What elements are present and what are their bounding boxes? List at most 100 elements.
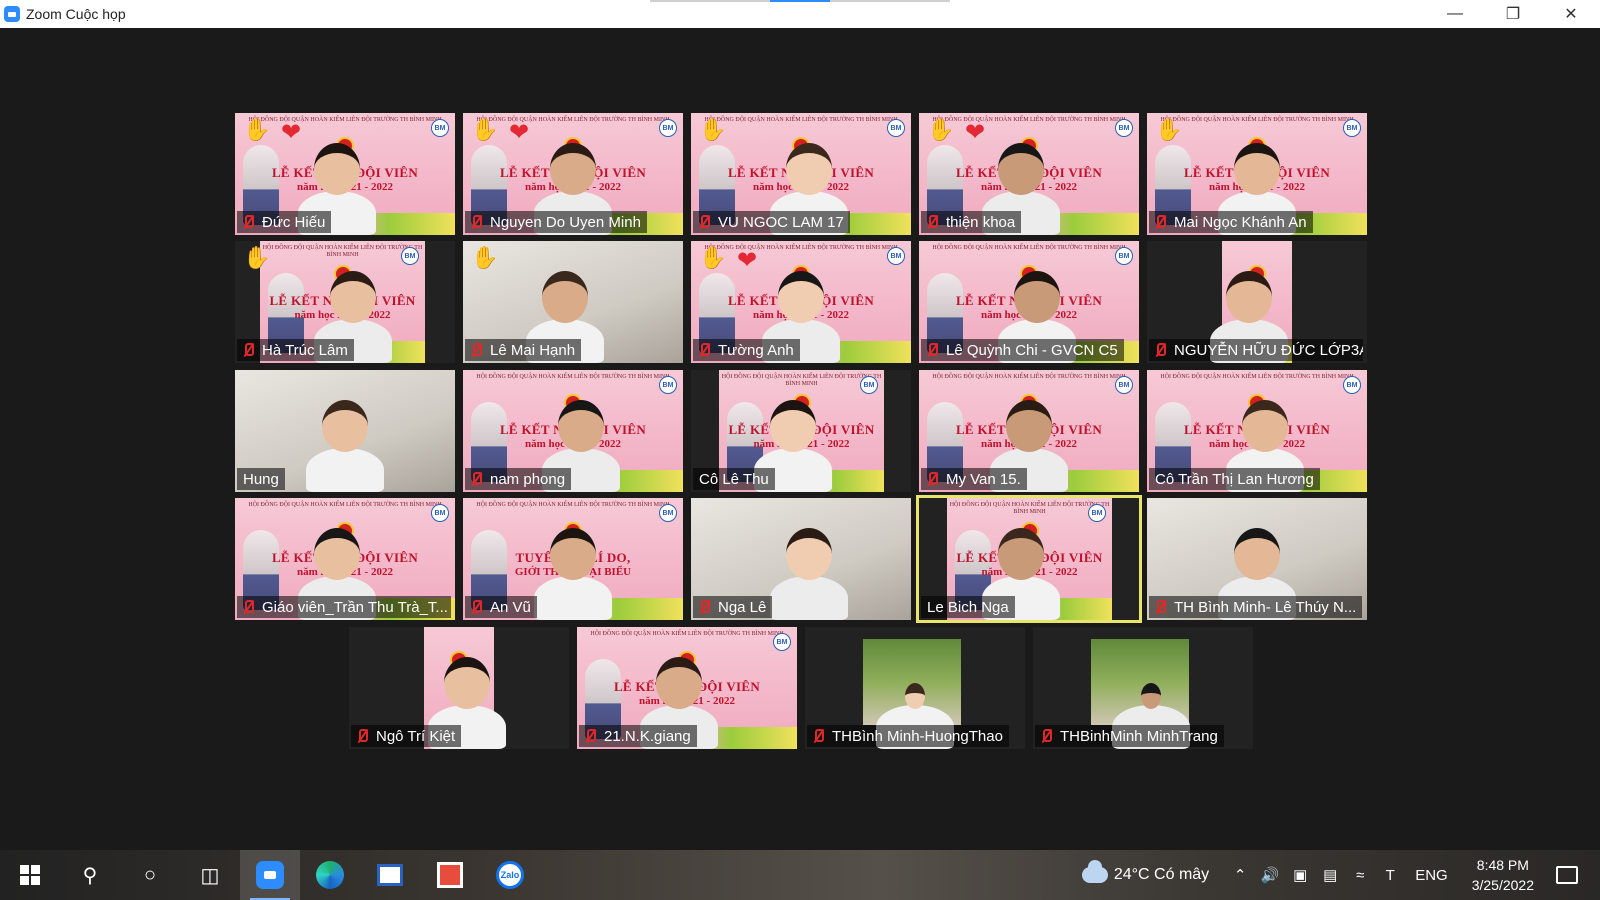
mic-muted-icon [810, 728, 826, 744]
participant-tile[interactable]: HỘI ĐỒNG ĐỘI QUẬN HOÀN KIẾM LIÊN ĐỘI TRƯ… [235, 113, 455, 235]
mic-muted-icon [468, 471, 484, 487]
participant-tile[interactable]: Nga Lê [691, 498, 911, 620]
chevron-up-icon[interactable]: ⌃ [1225, 850, 1255, 900]
participant-name: My Van 15. [946, 470, 1021, 488]
participant-tile[interactable]: HỘI ĐỒNG ĐỘI QUẬN HOÀN KIẾM LIÊN ĐỘI TRƯ… [691, 241, 911, 363]
school-logo-icon: BM [1088, 504, 1106, 522]
participant-tile[interactable]: HỘI ĐỒNG ĐỘI QUẬN HOÀN KIẾM LIÊN ĐỘI TRƯ… [463, 113, 683, 235]
heart-reaction-icon: ❤ [509, 119, 530, 146]
mic-muted-icon [240, 342, 256, 358]
participant-tile[interactable]: HỘI ĐỒNG ĐỘI QUẬN HOÀN KIẾM LIÊN ĐỘI TRƯ… [919, 370, 1139, 492]
school-logo-icon: BM [659, 376, 677, 394]
task-view-icon[interactable]: ◫ [180, 850, 240, 900]
zoom-app-icon [4, 6, 20, 22]
participant-tile[interactable]: Hung [235, 370, 455, 492]
participant-video [306, 400, 384, 492]
participant-tile[interactable]: THBình Minh-HuongThao [805, 627, 1025, 749]
taskbar-app-red[interactable] [420, 850, 480, 900]
participant-nametag: Mai Ngọc Khánh An [1149, 211, 1313, 233]
restore-icon[interactable]: ❐ [1484, 0, 1542, 28]
participant-tile[interactable]: HỘI ĐỒNG ĐỘI QUẬN HOÀN KIẾM LIÊN ĐỘI TRƯ… [235, 241, 455, 363]
participant-name: Lê Quỳnh Chi - GVCN C5 [946, 341, 1118, 359]
network-status-icon[interactable]: ▣ [1285, 850, 1315, 900]
minimize-icon[interactable]: — [1426, 0, 1484, 28]
clock[interactable]: 8:48 PM 3/25/2022 [1472, 855, 1534, 895]
windows-logo-icon [20, 865, 40, 885]
participant-tile[interactable]: Ngô Trí Kiệt [349, 627, 569, 749]
participant-tile[interactable]: HỘI ĐỒNG ĐỘI QUẬN HOÀN KIẾM LIÊN ĐỘI TRƯ… [235, 498, 455, 620]
participant-nametag: Nguyen Do Uyen Minh [465, 211, 647, 233]
raised-hand-icon: ✋ [243, 245, 271, 270]
participant-name: Giáo viên_Trần Thu Trà_T... [262, 598, 448, 616]
notifications-icon[interactable] [1556, 866, 1578, 884]
participant-nametag: Lê Mai Hạnh [465, 339, 582, 361]
start-button[interactable] [0, 850, 60, 900]
school-logo-icon: BM [431, 119, 449, 137]
participant-tile[interactable]: HỘI ĐỒNG ĐỘI QUẬN HOÀN KIẾM LIÊN ĐỘI TRƯ… [691, 370, 911, 492]
participant-tile[interactable]: HỘI ĐỒNG ĐỘI QUẬN HOÀN KIẾM LIÊN ĐỘI TRƯ… [577, 627, 797, 749]
participant-name: Nga Lê [718, 598, 767, 616]
participant-tile[interactable]: ✋ Lê Mai Hạnh [463, 241, 683, 363]
participant-nametag: TH Bình Minh- Lê Thúy N... [1149, 596, 1363, 618]
weather-text: 24°C Có mây [1113, 866, 1210, 883]
taskbar-edge[interactable] [300, 850, 360, 900]
participant-tile[interactable]: HỘI ĐỒNG ĐỘI QUẬN HOÀN KIẾM LIÊN ĐỘI TRƯ… [919, 113, 1139, 235]
mic-muted-icon [696, 599, 712, 615]
heart-reaction-icon: ❤ [281, 119, 302, 146]
school-logo-icon: BM [1115, 376, 1133, 394]
search-icon[interactable]: ⚲ [60, 850, 120, 900]
raised-hand-icon: ✋ [471, 117, 499, 142]
participant-nametag: Nga Lê [693, 596, 773, 618]
participant-tile[interactable]: HỘI ĐỒNG ĐỘI QUẬN HOÀN KIẾM LIÊN ĐỘI TRƯ… [691, 113, 911, 235]
mic-muted-icon [696, 342, 712, 358]
school-logo-icon: BM [1115, 119, 1133, 137]
participant-tile[interactable]: NGUYỄN HỮU ĐỨC LỚP3A [1147, 241, 1367, 363]
wifi-icon[interactable]: ≈ [1345, 850, 1375, 900]
mic-muted-icon [468, 342, 484, 358]
participant-name: Hung [243, 470, 279, 488]
language-indicator[interactable]: ENG [1415, 867, 1448, 884]
participant-tile[interactable]: THBinhMinh MinhTrang [1033, 627, 1253, 749]
participant-tile[interactable]: HỘI ĐỒNG ĐỘI QUẬN HOÀN KIẾM LIÊN ĐỘI TRƯ… [916, 495, 1142, 623]
taskbar-zoom[interactable] [240, 850, 300, 900]
raised-hand-icon: ✋ [1155, 117, 1183, 142]
taskbar-app[interactable] [360, 850, 420, 900]
mic-muted-icon [468, 599, 484, 615]
app-window-icon [377, 864, 403, 886]
mic-muted-icon [1152, 599, 1168, 615]
cloud-icon [1081, 860, 1108, 883]
participant-nametag: An Vũ [465, 596, 537, 618]
weather-widget[interactable]: 24°C Có mây [1081, 860, 1210, 884]
input-method-icon[interactable]: Т [1375, 850, 1405, 900]
participant-name: Le Bich Nga [927, 598, 1009, 616]
participant-name: Hà Trúc Lâm [262, 341, 348, 359]
participant-tile[interactable]: TH Bình Minh- Lê Thúy N... [1147, 498, 1367, 620]
share-tab-indicator[interactable] [650, 0, 950, 2]
school-logo-icon: BM [887, 247, 905, 265]
volume-icon[interactable]: 🔊 [1255, 850, 1285, 900]
mic-muted-icon [582, 728, 598, 744]
mic-muted-icon [1038, 728, 1054, 744]
participant-nametag: thiện khoa [921, 211, 1022, 233]
mic-muted-icon [1152, 342, 1168, 358]
device-icon[interactable]: ▤ [1315, 850, 1345, 900]
participant-nametag: Le Bich Nga [921, 596, 1015, 618]
taskbar-zalo[interactable]: Zalo [480, 850, 540, 900]
participant-tile[interactable]: HỘI ĐỒNG ĐỘI QUẬN HOÀN KIẾM LIÊN ĐỘI TRƯ… [463, 498, 683, 620]
raised-hand-icon: ✋ [471, 245, 499, 270]
participant-tile[interactable]: HỘI ĐỒNG ĐỘI QUẬN HOÀN KIẾM LIÊN ĐỘI TRƯ… [463, 370, 683, 492]
cortana-icon[interactable]: ○ [120, 850, 180, 900]
participant-nametag: Cô Lê Thu [693, 468, 775, 490]
close-icon[interactable]: ✕ [1542, 0, 1600, 28]
participant-tile[interactable]: HỘI ĐỒNG ĐỘI QUẬN HOÀN KIẾM LIÊN ĐỘI TRƯ… [1147, 370, 1367, 492]
participant-tile[interactable]: HỘI ĐỒNG ĐỘI QUẬN HOÀN KIẾM LIÊN ĐỘI TRƯ… [919, 241, 1139, 363]
school-logo-icon: BM [659, 504, 677, 522]
heart-reaction-icon: ❤ [965, 119, 986, 146]
participant-tile[interactable]: HỘI ĐỒNG ĐỘI QUẬN HOÀN KIẾM LIÊN ĐỘI TRƯ… [1147, 113, 1367, 235]
participant-name: Tường Anh [718, 341, 794, 359]
gallery-view: HỘI ĐỒNG ĐỘI QUẬN HOÀN KIẾM LIÊN ĐỘI TRƯ… [0, 28, 1600, 850]
raised-hand-icon: ✋ [243, 117, 271, 142]
participant-nametag: NGUYỄN HỮU ĐỨC LỚP3A [1149, 339, 1363, 361]
red-app-icon [437, 862, 463, 888]
participant-name: thiện khoa [946, 213, 1016, 231]
